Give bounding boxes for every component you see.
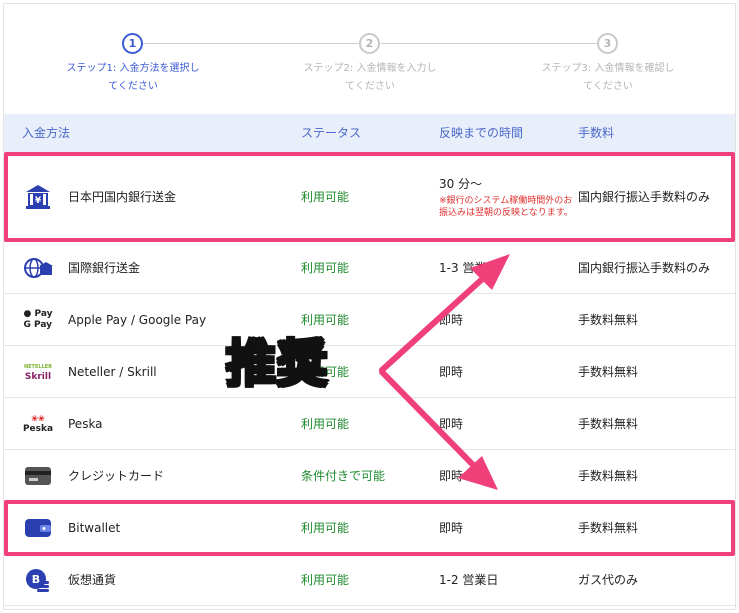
time-text: 1-3 営業日 bbox=[439, 261, 499, 275]
step-3-label-line1: ステップ3: 入金情報を確認し bbox=[541, 63, 675, 74]
method-name: Peska bbox=[68, 416, 103, 431]
status-text: 利用可能 bbox=[301, 417, 350, 431]
table-row-credit-card[interactable]: クレジットカード 条件付きで可能 即時 手数料無料 bbox=[4, 450, 735, 502]
step-3-circle: 3 bbox=[597, 33, 618, 54]
table-row-apple-google-pay[interactable]: ● Pay G Pay Apple Pay / Google Pay 利用可能 … bbox=[4, 294, 735, 346]
fee-text: 手数料無料 bbox=[578, 313, 639, 327]
time-text: 即時 bbox=[439, 469, 464, 483]
method-name: クレジットカード bbox=[68, 469, 165, 483]
fee-text: 手数料無料 bbox=[578, 469, 639, 483]
step-connector bbox=[143, 43, 359, 44]
step-2-circle: 2 bbox=[359, 33, 380, 54]
header-method: 入金方法 bbox=[22, 126, 71, 140]
crypto-logo-text: B bbox=[32, 573, 40, 586]
fee-text: 手数料無料 bbox=[578, 417, 639, 431]
step-1-label: ステップ1: 入金方法を選択し てください bbox=[48, 60, 218, 96]
apple-google-pay-icon: ● Pay G Pay bbox=[23, 308, 53, 330]
table-row-crypto[interactable]: B 仮想通貨 利用可能 1-2 営業日 ガス代のみ bbox=[4, 554, 735, 606]
step-3-label-line2: てください bbox=[583, 81, 633, 92]
table-row-peska[interactable]: ❀❀ Peska Peska 利用可能 即時 手数料無料 bbox=[4, 398, 735, 450]
recommend-annotation: 推奨 bbox=[225, 334, 329, 395]
highlight-bitwallet bbox=[4, 500, 735, 556]
skrill-logo-text: Skrill bbox=[24, 371, 52, 382]
method-name: 国際銀行送金 bbox=[68, 261, 141, 275]
header-time: 反映までの時間 bbox=[439, 126, 524, 140]
time-text: 即時 bbox=[439, 417, 464, 431]
step-1-label-line1: ステップ1: 入金方法を選択し bbox=[66, 63, 200, 74]
method-name: Neteller / Skrill bbox=[68, 364, 157, 379]
step-2-label-line1: ステップ2: 入金情報を入力し bbox=[303, 63, 437, 74]
status-text: 利用可能 bbox=[301, 573, 350, 587]
status-text: 条件付きで可能 bbox=[301, 469, 386, 483]
step-2-label-line2: てください bbox=[345, 81, 395, 92]
table-row-neteller-skrill[interactable]: NETELLER Skrill Neteller / Skrill 利用可能 即… bbox=[4, 346, 735, 398]
highlight-domestic-bank bbox=[4, 152, 735, 242]
credit-card-icon bbox=[22, 450, 54, 501]
header-fee: 手数料 bbox=[578, 126, 615, 140]
time-text: 1-2 営業日 bbox=[439, 573, 499, 587]
fee-text: 手数料無料 bbox=[578, 365, 639, 379]
step-2-label: ステップ2: 入金情報を入力し てください bbox=[285, 60, 455, 96]
time-text: 即時 bbox=[439, 365, 464, 379]
step-1-label-line2: てください bbox=[108, 81, 158, 92]
google-pay-logo-text: G Pay bbox=[23, 319, 53, 330]
step-1-circle: 1 bbox=[122, 33, 143, 54]
table-header: 入金方法 ステータス 反映までの時間 手数料 bbox=[4, 114, 735, 152]
method-name: 仮想通貨 bbox=[68, 573, 117, 587]
crypto-coin-icon: B bbox=[22, 554, 54, 605]
stepper: 1 2 3 ステップ1: 入金方法を選択し てください ステップ2: 入金情報を… bbox=[0, 0, 739, 110]
fee-text: ガス代のみ bbox=[578, 573, 639, 587]
step-3-label: ステップ3: 入金情報を確認し てください bbox=[523, 60, 693, 96]
neteller-skrill-icon: NETELLER Skrill bbox=[22, 346, 54, 397]
time-text: 即時 bbox=[439, 313, 464, 327]
table-row-international-bank[interactable]: 国際銀行送金 利用可能 1-3 営業日 国内銀行振込手数料のみ bbox=[4, 242, 735, 294]
globe-bank-icon bbox=[22, 242, 54, 293]
peska-icon: ❀❀ Peska bbox=[22, 413, 54, 434]
status-text: 利用可能 bbox=[301, 261, 350, 275]
neteller-logo-text: NETELLER bbox=[23, 363, 53, 370]
header-status: ステータス bbox=[301, 126, 362, 140]
peska-logo-text: Peska bbox=[22, 423, 54, 434]
fee-text: 国内銀行振込手数料のみ bbox=[578, 261, 711, 275]
step-connector bbox=[381, 43, 597, 44]
apple-pay-logo-text: Pay bbox=[34, 308, 53, 319]
method-name: Apple Pay / Google Pay bbox=[68, 312, 207, 327]
